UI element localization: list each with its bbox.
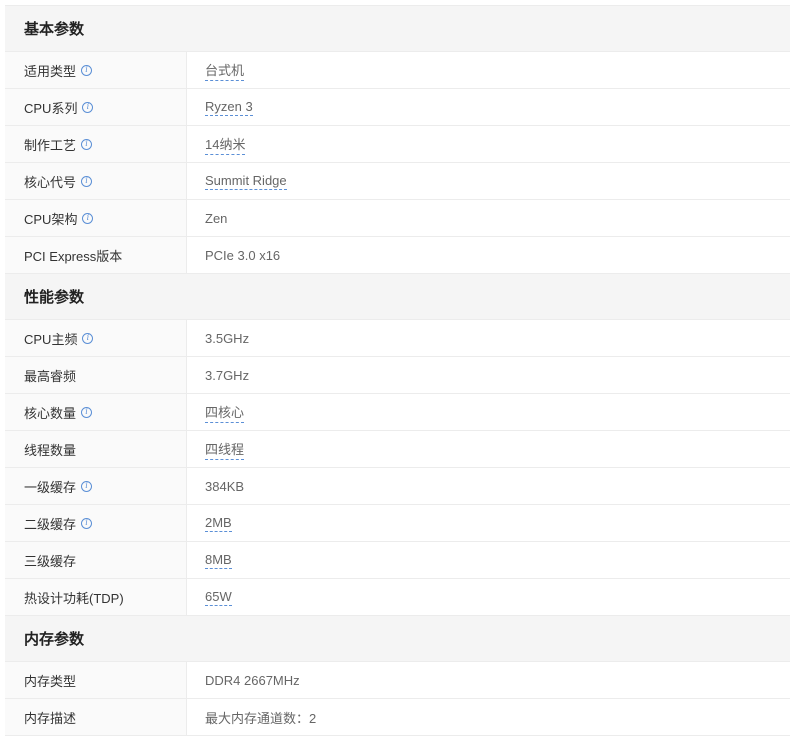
row-label-cell: 三级缓存 [5,542,187,578]
row-value-link[interactable]: Ryzen 3 [205,99,253,116]
section-title: 基本参数 [24,21,85,38]
row-label: CPU系列 [24,100,78,116]
row-value-cell: Summit Ridge [187,163,790,199]
row-value-cell: 四线程 [187,431,790,467]
row-value: 3.7GHz [205,367,250,383]
row-value-cell: 65W [187,579,790,615]
row-value-link[interactable]: Summit Ridge [205,173,287,190]
section-title: 内存参数 [24,631,85,648]
row-value-cell: 3.5GHz [187,320,790,356]
info-icon[interactable]: i [81,406,93,418]
section-header-basic: 基本参数 [5,6,790,52]
table-row: 核心数量 i 四核心 [5,394,790,431]
row-label-cell: 线程数量 [5,431,187,467]
row-value-cell: PCIe 3.0 x16 [187,237,790,273]
row-label: 核心数量 [24,405,77,421]
info-icon[interactable]: i [81,517,93,529]
table-row: 线程数量 四线程 [5,431,790,468]
table-row: CPU架构 i Zen [5,200,790,237]
row-label-cell: CPU系列 i [5,89,187,125]
row-label: 制作工艺 [24,137,77,153]
row-value-link[interactable]: 四线程 [205,439,245,460]
row-label-cell: 核心代号 i [5,163,187,199]
section-title: 性能参数 [24,289,85,306]
row-value-cell: 8MB [187,542,790,578]
row-value-link[interactable]: 台式机 [205,60,245,81]
row-label: 内存类型 [24,673,77,689]
row-value-link[interactable]: 14纳米 [205,134,246,155]
info-icon[interactable]: i [81,175,93,187]
info-icon[interactable]: i [81,64,93,76]
row-label-cell: CPU架构 i [5,200,187,236]
table-row: 一级缓存 i 384KB [5,468,790,505]
row-label-cell: 适用类型 i [5,52,187,88]
row-value-link[interactable]: 65W [205,589,232,606]
row-value-cell: 2MB [187,505,790,541]
row-label-cell: 热设计功耗(TDP) [5,579,187,615]
row-value-cell: DDR4 2667MHz [187,662,790,698]
row-label: 线程数量 [24,442,77,458]
table-row: 热设计功耗(TDP) 65W [5,579,790,616]
table-row: CPU系列 i Ryzen 3 [5,89,790,126]
row-label-cell: 内存类型 [5,662,187,698]
row-value-cell: 384KB [187,468,790,504]
row-value-link[interactable]: 8MB [205,552,232,569]
row-value-cell: Ryzen 3 [187,89,790,125]
info-icon[interactable]: i [81,138,93,150]
table-row: 内存描述 最大内存通道数：2 [5,699,790,736]
row-label-cell: PCI Express版本 [5,237,187,273]
row-value-cell: 3.7GHz [187,357,790,393]
row-value-link[interactable]: 四核心 [205,402,245,423]
row-value: 最大内存通道数：2 [205,710,317,726]
row-value: PCIe 3.0 x16 [205,247,281,263]
row-label: 热设计功耗(TDP) [24,590,124,606]
row-value-cell: 14纳米 [187,126,790,162]
row-label: PCI Express版本 [24,248,123,264]
table-row: 三级缓存 8MB [5,542,790,579]
row-value: 384KB [205,478,245,494]
info-icon[interactable]: i [81,480,93,492]
row-value-cell: 台式机 [187,52,790,88]
row-label-cell: 内存描述 [5,699,187,735]
spec-table: 基本参数 适用类型 i 台式机 CPU系列 i Ryzen 3 制作工艺 i 1… [5,5,790,736]
row-label-cell: 制作工艺 i [5,126,187,162]
row-value: DDR4 2667MHz [205,672,300,688]
table-row: 适用类型 i 台式机 [5,52,790,89]
table-row: CPU主频 i 3.5GHz [5,320,790,357]
row-label: 核心代号 [24,174,77,190]
info-icon[interactable]: i [82,101,94,113]
table-row: 制作工艺 i 14纳米 [5,126,790,163]
row-label: 最高睿频 [24,368,77,384]
row-label-cell: 最高睿频 [5,357,187,393]
row-label: 一级缓存 [24,479,77,495]
row-label-cell: 二级缓存 i [5,505,187,541]
row-value-cell: Zen [187,200,790,236]
row-label: 适用类型 [24,63,77,79]
row-value-cell: 四核心 [187,394,790,430]
row-label: CPU主频 [24,331,78,347]
row-label: CPU架构 [24,211,78,227]
row-value: Zen [205,210,228,226]
section-header-memory: 内存参数 [5,616,790,662]
table-row: PCI Express版本 PCIe 3.0 x16 [5,237,790,274]
row-value: 3.5GHz [205,330,250,346]
info-icon[interactable]: i [82,212,94,224]
row-label-cell: 核心数量 i [5,394,187,430]
table-row: 最高睿频 3.7GHz [5,357,790,394]
table-row: 二级缓存 i 2MB [5,505,790,542]
row-label: 内存描述 [24,710,77,726]
row-label-cell: CPU主频 i [5,320,187,356]
info-icon[interactable]: i [82,332,94,344]
table-row: 核心代号 i Summit Ridge [5,163,790,200]
row-label: 二级缓存 [24,516,77,532]
row-value-link[interactable]: 2MB [205,515,232,532]
table-row: 内存类型 DDR4 2667MHz [5,662,790,699]
row-label-cell: 一级缓存 i [5,468,187,504]
row-value-cell: 最大内存通道数：2 [187,699,790,735]
row-label: 三级缓存 [24,553,77,569]
section-header-performance: 性能参数 [5,274,790,320]
